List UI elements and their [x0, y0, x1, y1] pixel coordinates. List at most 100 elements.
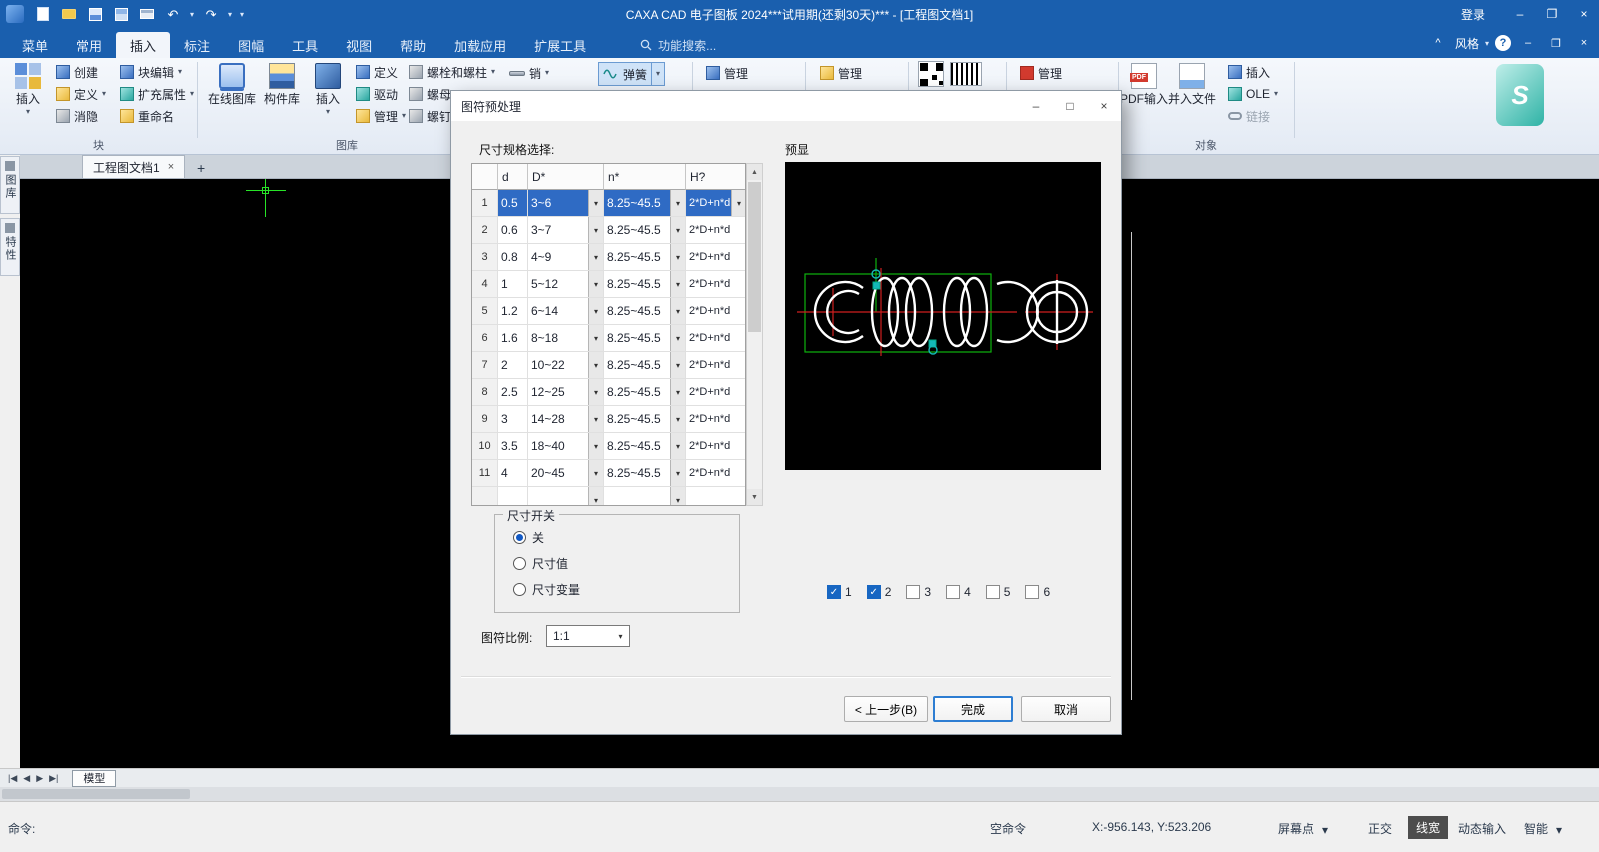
cell-dropdown-icon[interactable]: ▾	[588, 406, 603, 432]
cell-dropdown-icon[interactable]: ▾	[670, 298, 685, 324]
scroll-up-icon[interactable]: ▲	[747, 164, 762, 180]
tab-sheet[interactable]: 图幅	[224, 32, 278, 58]
layer-manage-button[interactable]: 管理	[816, 62, 866, 84]
part-checkbox[interactable]: 6	[1025, 585, 1050, 599]
cell-dropdown-icon[interactable]: ▾	[670, 406, 685, 432]
spec-table-row[interactable]: 10 3.5 18~40 ▾ 8.25~45.5 ▾ 2*D+n*d	[472, 433, 745, 460]
tab-tools[interactable]: 工具	[278, 32, 332, 58]
row-number-cell[interactable]: 9	[472, 406, 498, 433]
spring-combo-dropdown[interactable]: ▾	[651, 63, 660, 85]
cell-H[interactable]: 2*D+n*d	[686, 244, 745, 271]
cell-H[interactable]: 2*D+n*d	[686, 217, 745, 244]
dialog-close-button[interactable]: ×	[1087, 91, 1121, 121]
cell-n[interactable]: 8.25~45.5 ▾	[604, 217, 686, 244]
cell-D[interactable]: 8~18 ▾	[528, 325, 604, 352]
redo-button[interactable]: ↷	[202, 5, 220, 23]
cell-H[interactable]: 2*D+n*d	[686, 379, 745, 406]
prev-sheet-icon[interactable]: ◀	[23, 773, 30, 784]
cell-dropdown-icon[interactable]: ▾	[588, 379, 603, 405]
cell-n[interactable]: 8.25~45.5 ▾	[604, 433, 686, 460]
lib-define-button[interactable]: 定义	[352, 61, 410, 83]
cell-d[interactable]: 1.6	[498, 325, 528, 352]
part-checkbox[interactable]: ✓ 2	[866, 585, 891, 599]
extend-attr-button[interactable]: 扩充属性 ▾	[116, 83, 198, 105]
print-button[interactable]	[138, 5, 156, 23]
row-number-cell[interactable]: 6	[472, 325, 498, 352]
barcode-button[interactable]	[950, 62, 982, 86]
new-file-button[interactable]	[34, 5, 52, 23]
tab-help[interactable]: 帮助	[386, 32, 440, 58]
row-number-cell[interactable]: 1	[472, 190, 498, 217]
cell-d[interactable]: 0.8	[498, 244, 528, 271]
merge-file-button[interactable]: 并入文件	[1168, 60, 1216, 107]
cell-dropdown-icon[interactable]: ▾	[588, 433, 603, 459]
left-tab-library[interactable]: 图库	[0, 156, 20, 214]
cell-dropdown-icon[interactable]: ▾	[670, 325, 685, 351]
ortho-toggle[interactable]: 正交	[1368, 820, 1392, 837]
cell-d[interactable]: 3	[498, 406, 528, 433]
tab-menu[interactable]: 菜单	[8, 32, 62, 58]
cell-dropdown-icon[interactable]: ▾	[588, 460, 603, 486]
dynamic-input-toggle[interactable]: 动态输入	[1458, 820, 1506, 837]
cell-dropdown-icon[interactable]: ▾	[588, 271, 603, 297]
row-number-cell[interactable]: 4	[472, 271, 498, 298]
block-edit-button[interactable]: 块编辑 ▾	[116, 61, 198, 83]
spec-table-row[interactable]: 3 0.8 4~9 ▾ 8.25~45.5 ▾ 2*D+n*d	[472, 244, 745, 271]
next-sheet-icon[interactable]: ▶	[36, 773, 43, 784]
cell-n[interactable]: 8.25~45.5 ▾	[604, 271, 686, 298]
cell-dropdown-icon[interactable]: ▾	[731, 190, 745, 216]
doc-minimize-button[interactable]: –	[1517, 33, 1539, 53]
smart-snap-toggle[interactable]: 智能	[1524, 820, 1548, 837]
spring-combo[interactable]: 弹簧 ▾	[598, 62, 666, 86]
style-caret-icon[interactable]: ▾	[1485, 39, 1489, 48]
cell-d[interactable]: 1.2	[498, 298, 528, 325]
screen-point-toggle[interactable]: 屏幕点	[1278, 820, 1314, 837]
cell-n[interactable]: 8.25~45.5 ▾	[604, 460, 686, 487]
screen-point-caret-icon[interactable]: ▾	[1322, 823, 1328, 837]
dim-switch-radio[interactable]: 尺寸变量	[513, 581, 580, 598]
back-button[interactable]: < 上一步(B)	[844, 696, 928, 722]
cell-n[interactable]: 8.25~45.5 ▾	[604, 190, 686, 217]
table-scrollbar[interactable]: ▲ ▼	[746, 163, 763, 506]
library-insert-button[interactable]: 插入 ▾	[304, 60, 352, 116]
cell-n[interactable]: 8.25~45.5 ▾	[604, 406, 686, 433]
spec-table-row[interactable]: 11 4 20~45 ▾ 8.25~45.5 ▾ 2*D+n*d	[472, 460, 745, 487]
close-button[interactable]: ×	[1569, 0, 1599, 28]
cell-dropdown-icon[interactable]: ▾	[588, 298, 603, 324]
cell-dropdown-icon[interactable]: ▾	[670, 244, 685, 270]
tab-annotate[interactable]: 标注	[170, 32, 224, 58]
left-tab-properties[interactable]: 特性	[0, 218, 20, 276]
horizontal-scrollbar-thumb[interactable]	[2, 789, 190, 799]
object-insert-button[interactable]: 插入	[1224, 61, 1282, 83]
spec-table-row[interactable]: ▾ ▾	[472, 487, 745, 505]
cell-D[interactable]: 3~7 ▾	[528, 217, 604, 244]
cell-n[interactable]: 8.25~45.5 ▾	[604, 325, 686, 352]
cell-D[interactable]: 3~6 ▾	[528, 190, 604, 217]
cell-dropdown-icon[interactable]: ▾	[588, 487, 603, 505]
cell-D[interactable]: 5~12 ▾	[528, 271, 604, 298]
part-checkbox[interactable]: ✓ 1	[827, 585, 852, 599]
scale-combo[interactable]: 1:1 ▾	[546, 625, 630, 647]
scale-caret-icon[interactable]: ▾	[612, 626, 629, 646]
assistant-logo-icon[interactable]: S	[1496, 64, 1544, 126]
model-tab[interactable]: 模型	[72, 769, 117, 787]
last-sheet-icon[interactable]: ▶|	[49, 773, 58, 784]
cell-n[interactable]: ▾	[604, 487, 686, 505]
save-button[interactable]	[86, 5, 104, 23]
tab-common[interactable]: 常用	[62, 32, 116, 58]
pin-button[interactable]: 销 ▾	[505, 62, 553, 84]
part-checkbox[interactable]: 5	[985, 585, 1010, 599]
collapse-ribbon-icon[interactable]: ^	[1427, 33, 1449, 53]
spec-table-row[interactable]: 4 1 5~12 ▾ 8.25~45.5 ▾ 2*D+n*d	[472, 271, 745, 298]
finish-button[interactable]: 完成	[933, 696, 1013, 722]
tab-extension[interactable]: 扩展工具	[520, 32, 600, 58]
row-number-cell[interactable]: 3	[472, 244, 498, 271]
redo-dropdown-icon[interactable]: ▾	[228, 10, 232, 19]
document-tab[interactable]: 工程图文档1 ×	[82, 155, 186, 178]
login-button[interactable]: 登录	[1461, 6, 1485, 23]
cell-dropdown-icon[interactable]: ▾	[588, 325, 603, 351]
document-tab-close-icon[interactable]: ×	[168, 161, 174, 173]
spec-table-row[interactable]: 9 3 14~28 ▾ 8.25~45.5 ▾ 2*D+n*d	[472, 406, 745, 433]
cell-H[interactable]	[686, 487, 745, 505]
cell-D[interactable]: 4~9 ▾	[528, 244, 604, 271]
